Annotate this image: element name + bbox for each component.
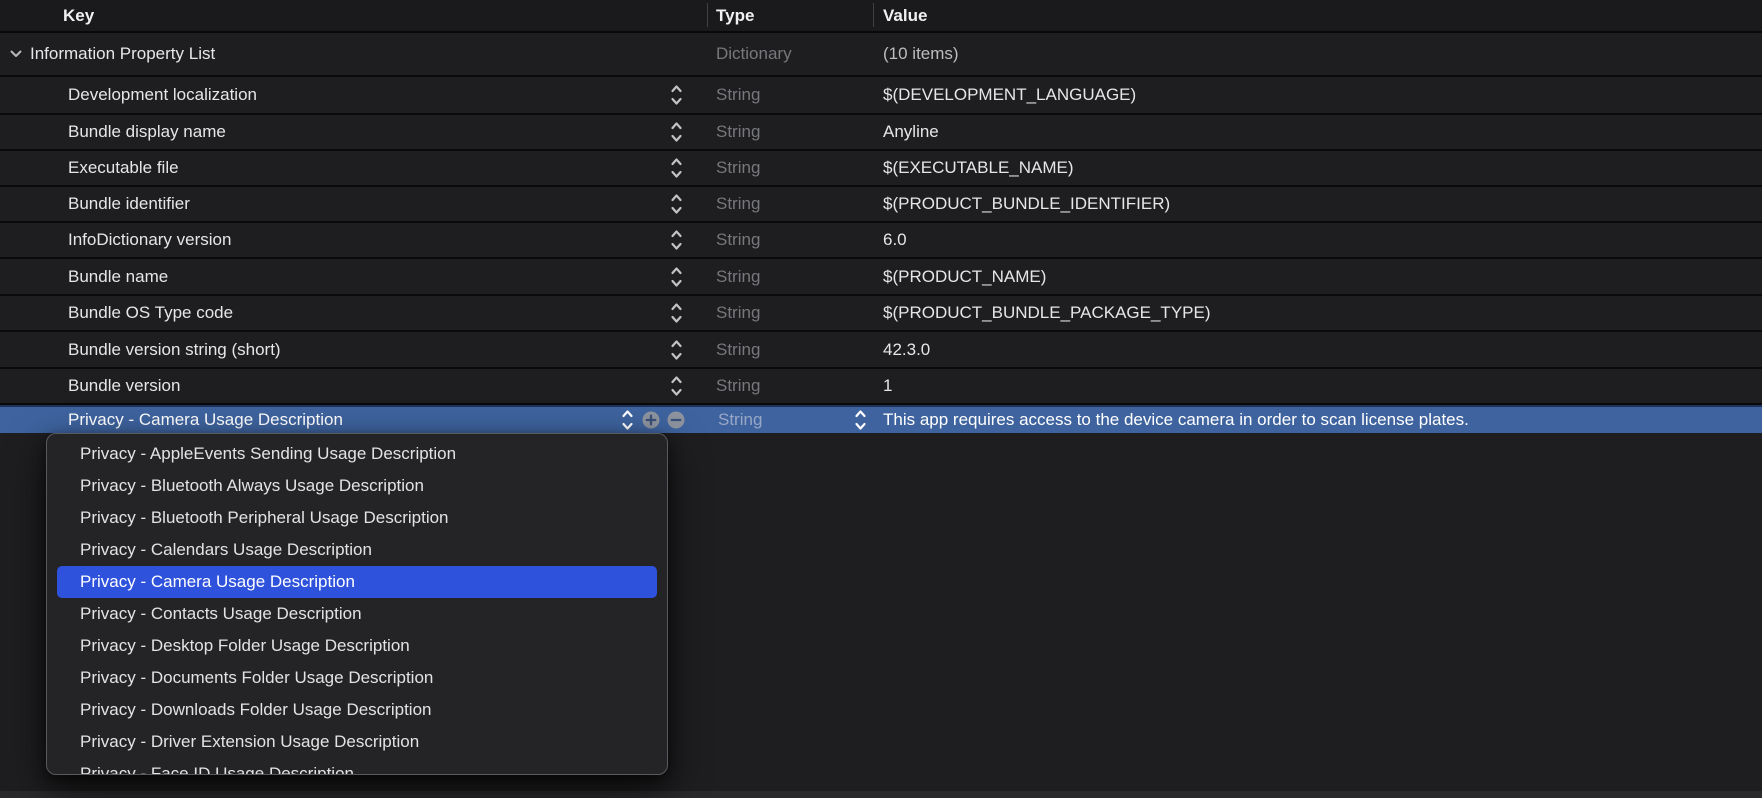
table-row[interactable]: Bundle display name String Anyline xyxy=(0,115,1762,151)
table-row-selected[interactable]: Privacy - Camera Usage Description Strin… xyxy=(0,405,1762,433)
type-cell[interactable]: String xyxy=(716,85,760,105)
key-cell[interactable]: Executable file xyxy=(68,158,179,178)
key-stepper-icon[interactable] xyxy=(670,228,683,252)
type-cell[interactable]: String xyxy=(716,340,760,360)
column-divider[interactable] xyxy=(707,3,708,27)
table-row[interactable]: Bundle version string (short) String 42.… xyxy=(0,332,1762,369)
value-cell[interactable]: 1 xyxy=(883,376,892,396)
value-cell[interactable]: 42.3.0 xyxy=(883,340,930,360)
key-dropdown-menu: Privacy - AppleEvents Sending Usage Desc… xyxy=(46,433,668,775)
menu-item[interactable]: Privacy - Desktop Folder Usage Descripti… xyxy=(47,630,667,662)
column-divider[interactable] xyxy=(873,3,874,27)
menu-item[interactable]: Privacy - Driver Extension Usage Descrip… xyxy=(47,726,667,758)
disclosure-chevron-icon[interactable] xyxy=(9,49,23,59)
table-row[interactable]: Bundle version String 1 xyxy=(0,369,1762,405)
menu-item[interactable]: Privacy - Calendars Usage Description xyxy=(47,534,667,566)
key-stepper-icon[interactable] xyxy=(670,120,683,144)
key-cell[interactable]: Development localization xyxy=(68,85,257,105)
key-stepper-icon[interactable] xyxy=(670,338,683,362)
column-header-value: Value xyxy=(883,6,927,26)
key-cell[interactable]: Bundle version xyxy=(68,376,180,396)
table-row[interactable]: Executable file String $(EXECUTABLE_NAME… xyxy=(0,151,1762,187)
key-stepper-icon[interactable] xyxy=(670,192,683,216)
key-cell[interactable]: Bundle display name xyxy=(68,122,226,142)
value-cell[interactable]: 6.0 xyxy=(883,230,907,250)
key-cell[interactable]: Information Property List xyxy=(30,44,215,64)
menu-item[interactable]: Privacy - Face ID Usage Description xyxy=(47,758,667,775)
key-cell[interactable]: Bundle identifier xyxy=(68,194,190,214)
value-cell[interactable]: This app requires access to the device c… xyxy=(883,410,1469,430)
menu-item[interactable]: Privacy - Contacts Usage Description xyxy=(47,598,667,630)
type-cell[interactable]: String xyxy=(716,376,760,396)
type-cell[interactable]: String xyxy=(716,230,760,250)
table-row[interactable]: Development localization String $(DEVELO… xyxy=(0,77,1762,115)
key-cell[interactable]: Privacy - Camera Usage Description xyxy=(68,410,343,430)
remove-row-button[interactable] xyxy=(667,411,685,429)
menu-item[interactable]: Privacy - Downloads Folder Usage Descrip… xyxy=(47,694,667,726)
type-cell[interactable]: String xyxy=(716,122,760,142)
table-row[interactable]: Bundle name String $(PRODUCT_NAME) xyxy=(0,259,1762,296)
key-stepper-icon[interactable] xyxy=(670,83,683,107)
menu-item-highlighted[interactable]: Privacy - Camera Usage Description xyxy=(57,566,657,598)
menu-item[interactable]: Privacy - Bluetooth Peripheral Usage Des… xyxy=(47,502,667,534)
table-row[interactable]: Bundle OS Type code String $(PRODUCT_BUN… xyxy=(0,296,1762,332)
type-cell[interactable]: String xyxy=(716,158,760,178)
value-cell[interactable]: $(PRODUCT_NAME) xyxy=(883,267,1046,287)
value-cell[interactable]: (10 items) xyxy=(883,44,959,64)
add-row-button[interactable] xyxy=(642,411,660,429)
value-cell[interactable]: $(DEVELOPMENT_LANGUAGE) xyxy=(883,85,1136,105)
value-cell[interactable]: $(PRODUCT_BUNDLE_IDENTIFIER) xyxy=(883,194,1170,214)
value-cell[interactable]: $(EXECUTABLE_NAME) xyxy=(883,158,1074,178)
table-header: Key Type Value xyxy=(0,0,1762,33)
key-cell[interactable]: Bundle version string (short) xyxy=(68,340,281,360)
key-cell[interactable]: InfoDictionary version xyxy=(68,230,231,250)
type-cell[interactable]: String xyxy=(718,410,762,430)
type-cell[interactable]: Dictionary xyxy=(716,44,792,64)
key-stepper-icon[interactable] xyxy=(670,156,683,180)
menu-item[interactable]: Privacy - AppleEvents Sending Usage Desc… xyxy=(47,438,667,470)
value-cell[interactable]: $(PRODUCT_BUNDLE_PACKAGE_TYPE) xyxy=(883,303,1211,323)
plist-editor: Key Type Value Information Property List… xyxy=(0,0,1762,798)
key-cell[interactable]: Bundle OS Type code xyxy=(68,303,233,323)
key-stepper-icon[interactable] xyxy=(670,301,683,325)
table-row[interactable]: Information Property List Dictionary (10… xyxy=(0,33,1762,77)
type-cell[interactable]: String xyxy=(716,194,760,214)
menu-item[interactable]: Privacy - Bluetooth Always Usage Descrip… xyxy=(47,470,667,502)
key-stepper-icon[interactable] xyxy=(670,265,683,289)
type-cell[interactable]: String xyxy=(716,303,760,323)
menu-item[interactable]: Privacy - Documents Folder Usage Descrip… xyxy=(47,662,667,694)
key-stepper-icon[interactable] xyxy=(670,374,683,398)
column-header-key: Key xyxy=(63,6,94,26)
column-header-type: Type xyxy=(716,6,754,26)
value-cell[interactable]: Anyline xyxy=(883,122,939,142)
type-cell[interactable]: String xyxy=(716,267,760,287)
key-stepper-icon[interactable] xyxy=(621,408,634,432)
type-stepper-icon[interactable] xyxy=(854,408,867,432)
table-row[interactable]: Bundle identifier String $(PRODUCT_BUNDL… xyxy=(0,187,1762,223)
key-cell[interactable]: Bundle name xyxy=(68,267,168,287)
window-bottom-edge xyxy=(0,791,1762,798)
table-row[interactable]: InfoDictionary version String 6.0 xyxy=(0,223,1762,259)
